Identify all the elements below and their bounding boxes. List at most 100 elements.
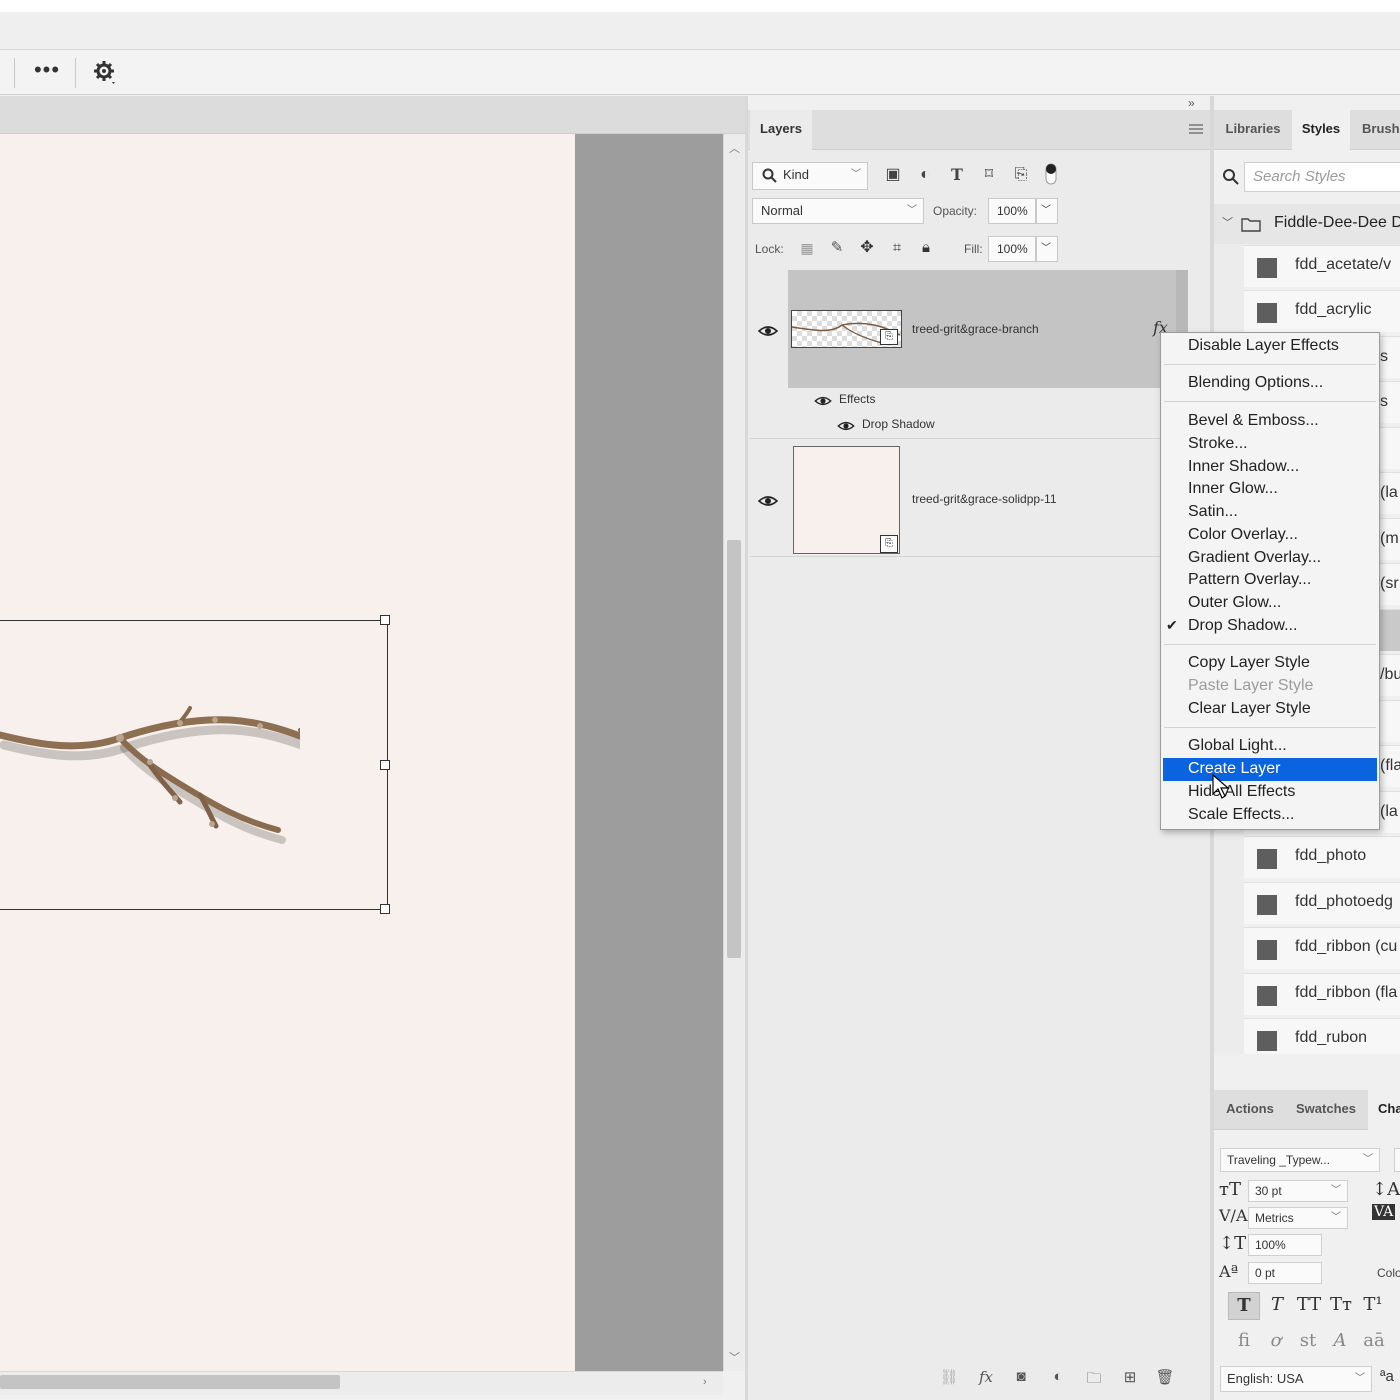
chevron-right-icon[interactable]: › bbox=[703, 1376, 707, 1388]
opacity-input[interactable]: 100% bbox=[988, 198, 1036, 224]
layer-thumbnail[interactable]: ⎘ bbox=[793, 446, 900, 554]
horizontal-scroll-thumb[interactable] bbox=[0, 1375, 340, 1389]
menu-item-bevel-emboss[interactable]: Bevel & Emboss... bbox=[1163, 410, 1377, 433]
list-item[interactable]: fdd_ribbon (cu bbox=[1244, 927, 1400, 969]
tab-styles[interactable]: Styles bbox=[1292, 110, 1350, 150]
type-filter-icon[interactable]: T bbox=[946, 164, 968, 186]
menu-item-blending-options[interactable]: Blending Options... bbox=[1163, 372, 1377, 395]
menu-item-copy-layer-style[interactable]: Copy Layer Style bbox=[1163, 652, 1377, 675]
list-item[interactable]: fdd_ribbon (fla bbox=[1244, 973, 1400, 1015]
chevron-down-icon[interactable]: ﹀ bbox=[729, 1349, 740, 1365]
discretionary-ligature-button[interactable]: st bbox=[1296, 1328, 1320, 1356]
effects-label[interactable]: Effects bbox=[839, 392, 875, 406]
adjustment-filter-icon[interactable]: ◐ bbox=[914, 164, 936, 186]
transform-handle[interactable] bbox=[380, 760, 390, 770]
faux-italic-button[interactable]: T bbox=[1264, 1292, 1290, 1320]
eye-icon[interactable] bbox=[814, 395, 832, 407]
new-layer-icon[interactable]: ⊞ bbox=[1119, 1368, 1141, 1388]
search-styles-input[interactable]: Search Styles bbox=[1244, 162, 1400, 192]
tab-swatches[interactable]: Swatches bbox=[1288, 1090, 1364, 1130]
chevron-up-icon[interactable]: ︿ bbox=[729, 140, 740, 156]
list-item[interactable]: fdd_acrylic bbox=[1244, 290, 1400, 332]
blend-mode-select[interactable]: Normal ﹀ bbox=[752, 198, 924, 224]
font-size-input[interactable]: 30 pt ﹀ bbox=[1248, 1180, 1348, 1202]
old-style-button[interactable]: ơ bbox=[1264, 1328, 1288, 1356]
list-item[interactable]: fdd_rubon bbox=[1244, 1018, 1400, 1054]
swash-button[interactable]: A bbox=[1328, 1328, 1352, 1356]
shape-filter-icon[interactable]: ⌑ bbox=[978, 164, 1000, 186]
tab-actions[interactable]: Actions bbox=[1216, 1090, 1284, 1130]
eye-icon[interactable] bbox=[758, 494, 778, 508]
superscript-button[interactable]: T¹ bbox=[1360, 1292, 1386, 1320]
adjustment-layer-icon[interactable]: ◐ bbox=[1047, 1368, 1069, 1388]
list-item[interactable]: fdd_photo bbox=[1244, 836, 1400, 878]
more-options-button[interactable]: ••• bbox=[28, 58, 66, 86]
layer-name[interactable]: treed-grit&grace-branch bbox=[912, 322, 1039, 336]
menu-item-disable-layer-effects[interactable]: Disable Layer Effects bbox=[1163, 335, 1377, 358]
menu-item-clear-layer-style[interactable]: Clear Layer Style bbox=[1163, 698, 1377, 721]
font-family-select[interactable]: Traveling _Typew... ﹀ bbox=[1220, 1148, 1380, 1172]
panel-menu-icon[interactable] bbox=[1188, 122, 1204, 136]
eye-icon[interactable] bbox=[758, 324, 778, 338]
image-filter-icon[interactable]: ▣ bbox=[882, 164, 904, 186]
anti-aliasing-icon[interactable]: ªa bbox=[1380, 1368, 1394, 1385]
menu-item-scale-effects[interactable]: Scale Effects... bbox=[1163, 804, 1377, 827]
fill-input[interactable]: 100% bbox=[988, 236, 1036, 262]
faux-bold-button[interactable]: T bbox=[1228, 1292, 1260, 1320]
add-mask-icon[interactable]: ◙ bbox=[1010, 1368, 1032, 1388]
ligature-button[interactable]: ﬁ bbox=[1232, 1328, 1256, 1356]
collapse-panels-icon[interactable]: » bbox=[1188, 96, 1195, 110]
lock-position-icon[interactable]: ✥ bbox=[856, 237, 878, 259]
style-group-row[interactable]: ﹀ Fiddle-Dee-Dee D bbox=[1214, 204, 1400, 244]
add-layer-style-icon[interactable]: fx bbox=[975, 1368, 997, 1388]
layer-name[interactable]: treed-grit&grace-solidpp-11 bbox=[912, 492, 1057, 506]
language-select[interactable]: English: USA ﹀ bbox=[1220, 1366, 1372, 1392]
menu-item-satin[interactable]: Satin... bbox=[1163, 501, 1377, 524]
menu-item-hide-all-effects[interactable]: Hide All Effects bbox=[1163, 781, 1377, 804]
tab-brushes[interactable]: Brush bbox=[1354, 110, 1400, 150]
small-caps-button[interactable]: Tт bbox=[1328, 1292, 1354, 1320]
lock-all-icon[interactable]: 🔒︎ bbox=[915, 237, 937, 259]
lock-transparent-icon[interactable]: ▦ bbox=[796, 237, 818, 259]
chevron-down-icon[interactable]: ﹀ bbox=[1036, 236, 1058, 262]
link-layers-icon[interactable]: ⛓ bbox=[938, 1368, 960, 1388]
chevron-down-icon[interactable]: ﹀ bbox=[1036, 198, 1058, 224]
tab-character[interactable]: Cha bbox=[1368, 1090, 1400, 1130]
menu-item-global-light[interactable]: Global Light... bbox=[1163, 735, 1377, 758]
chevron-down-icon[interactable]: ﹀ bbox=[1222, 214, 1233, 230]
folder-icon[interactable]: 🗀 bbox=[1083, 1368, 1105, 1388]
all-caps-button[interactable]: TT bbox=[1294, 1292, 1324, 1320]
baseline-shift-input[interactable]: 0 pt bbox=[1248, 1262, 1322, 1284]
style-swatch bbox=[1257, 895, 1277, 915]
stylistic-alternates-button[interactable]: aā bbox=[1360, 1328, 1388, 1356]
smart-object-filter-icon[interactable]: ⎘ bbox=[1010, 164, 1032, 186]
menu-item-gradient-overlay[interactable]: Gradient Overlay... bbox=[1163, 547, 1377, 570]
transform-bounding-box[interactable] bbox=[0, 615, 390, 914]
menu-item-inner-shadow[interactable]: Inner Shadow... bbox=[1163, 456, 1377, 479]
lock-artboard-icon[interactable]: ⌗ bbox=[886, 237, 908, 259]
menu-item-create-layer[interactable]: Create Layer bbox=[1163, 758, 1377, 781]
gear-icon[interactable] bbox=[90, 58, 120, 86]
vertical-scroll-thumb[interactable] bbox=[727, 540, 741, 958]
kerning-select[interactable]: Metrics ﹀ bbox=[1248, 1207, 1348, 1229]
lock-pixels-brush-icon[interactable]: ✎ bbox=[826, 237, 848, 259]
vertical-scale-input[interactable]: 100% bbox=[1248, 1234, 1322, 1256]
tab-libraries[interactable]: Libraries bbox=[1216, 110, 1290, 150]
effect-drop-shadow[interactable]: Drop Shadow bbox=[862, 417, 935, 431]
tab-layers[interactable]: Layers bbox=[750, 110, 812, 150]
layer-thumbnail[interactable]: ⎘ bbox=[791, 310, 902, 348]
list-item[interactable]: fdd_acetate/v bbox=[1244, 245, 1400, 287]
trash-icon[interactable]: 🗑 bbox=[1154, 1368, 1176, 1388]
menu-item-inner-glow[interactable]: Inner Glow... bbox=[1163, 478, 1377, 501]
filter-toggle[interactable] bbox=[1044, 162, 1058, 186]
menu-item-stroke[interactable]: Stroke... bbox=[1163, 433, 1377, 456]
menu-item-outer-glow[interactable]: Outer Glow... bbox=[1163, 592, 1377, 615]
eye-icon[interactable] bbox=[837, 420, 855, 432]
font-style-select[interactable] bbox=[1394, 1148, 1400, 1172]
transform-handle[interactable] bbox=[380, 904, 390, 914]
list-item[interactable]: fdd_photoedg bbox=[1244, 882, 1400, 924]
menu-item-color-overlay[interactable]: Color Overlay... bbox=[1163, 524, 1377, 547]
menu-item-pattern-overlay[interactable]: Pattern Overlay... bbox=[1163, 569, 1377, 592]
transform-handle[interactable] bbox=[380, 615, 390, 625]
menu-item-drop-shadow[interactable]: Drop Shadow... bbox=[1163, 615, 1377, 638]
